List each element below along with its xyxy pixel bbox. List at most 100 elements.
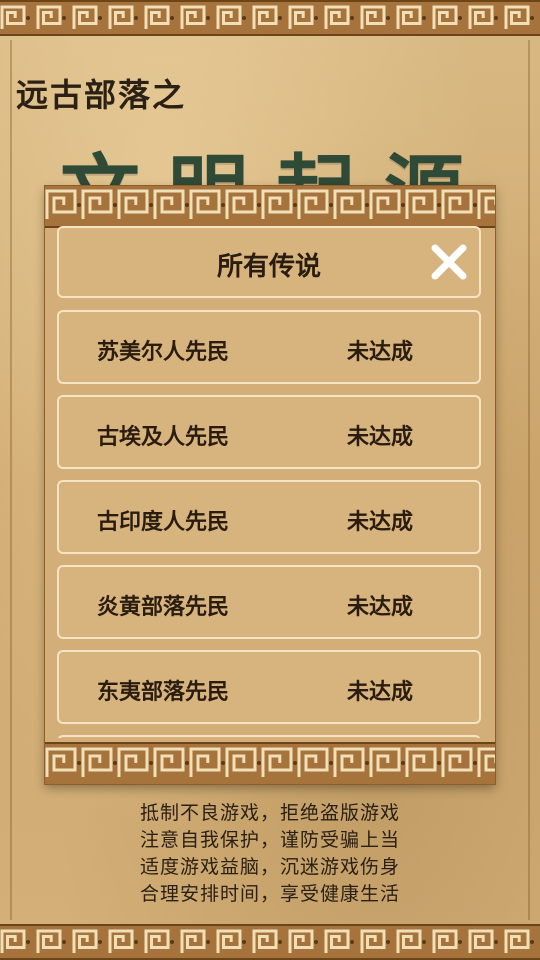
greek-key-motif bbox=[297, 747, 329, 777]
greek-key-motif bbox=[72, 5, 98, 29]
greek-key-motif bbox=[468, 929, 494, 953]
legend-name: 苏美尔人先民 bbox=[97, 340, 230, 365]
notice-line: 适度游戏益脑，沉迷游戏伤身 bbox=[139, 856, 400, 878]
greek-key-dot bbox=[98, 940, 102, 944]
greek-key-motif bbox=[333, 747, 365, 777]
greek-key-motif bbox=[225, 747, 257, 777]
list-item[interactable] bbox=[57, 735, 481, 738]
greek-key-dot bbox=[494, 16, 498, 20]
greek-key-dot bbox=[422, 16, 426, 20]
greek-key-dot bbox=[530, 940, 534, 944]
legend-name: 古印度人先民 bbox=[97, 510, 230, 535]
legend-status: 未达成 bbox=[347, 680, 414, 705]
greek-key-dot bbox=[329, 761, 333, 765]
greek-key-motif bbox=[144, 5, 170, 29]
greek-key-motif bbox=[405, 189, 437, 219]
list-item[interactable]: 苏美尔人先民 未达成 bbox=[57, 310, 481, 384]
greek-key-dot bbox=[386, 940, 390, 944]
greek-key-dot bbox=[314, 940, 318, 944]
right-frame-line bbox=[528, 40, 530, 920]
greek-key-motif bbox=[81, 747, 113, 777]
list-item[interactable]: 古埃及人先民 未达成 bbox=[57, 395, 481, 469]
greek-key-dot bbox=[62, 940, 66, 944]
greek-key-motif bbox=[153, 189, 185, 219]
greek-key-dot bbox=[473, 203, 477, 207]
greek-key-dot bbox=[293, 203, 297, 207]
list-item[interactable]: 炎黄部落先民 未达成 bbox=[57, 565, 481, 639]
greek-key-motif bbox=[117, 747, 149, 777]
notice-line: 合理安排时间，享受健康生活 bbox=[139, 883, 400, 905]
greek-key-dot bbox=[350, 16, 354, 20]
greek-key-dot bbox=[113, 203, 117, 207]
greek-key-dot bbox=[221, 203, 225, 207]
legend-status: 未达成 bbox=[347, 510, 414, 535]
notice-line: 抵制不良游戏，拒绝盗版游戏 bbox=[139, 802, 400, 824]
greek-key-dot bbox=[278, 940, 282, 944]
greek-key-motif bbox=[180, 5, 206, 29]
greek-key-motif bbox=[477, 747, 495, 777]
greek-key-motif bbox=[504, 5, 530, 29]
greek-key-motif bbox=[252, 5, 278, 29]
greek-key-dot bbox=[458, 940, 462, 944]
greek-key-dot bbox=[134, 16, 138, 20]
greek-key-dot bbox=[134, 940, 138, 944]
greek-key-motif bbox=[405, 747, 437, 777]
greek-key-dot bbox=[206, 940, 210, 944]
greek-key-motif bbox=[45, 189, 77, 219]
greek-key-motif bbox=[36, 929, 62, 953]
greek-key-dot bbox=[149, 761, 153, 765]
greek-key-motif bbox=[261, 747, 293, 777]
close-icon[interactable] bbox=[429, 242, 469, 282]
greek-key-dot bbox=[365, 761, 369, 765]
greek-key-motif bbox=[477, 189, 495, 219]
greek-key-dot bbox=[365, 203, 369, 207]
list-item[interactable]: 东夷部落先民 未达成 bbox=[57, 650, 481, 724]
greek-key-motif bbox=[288, 5, 314, 29]
game-subtitle: 远古部落之 bbox=[16, 76, 187, 114]
greek-key-motif bbox=[189, 747, 221, 777]
greek-key-motif bbox=[288, 929, 314, 953]
greek-key-dot bbox=[77, 203, 81, 207]
greek-key-motif bbox=[360, 5, 386, 29]
greek-key-motif bbox=[432, 5, 458, 29]
dialog-header: 所有传说 bbox=[57, 226, 481, 298]
greek-key-dot bbox=[458, 16, 462, 20]
health-gaming-notice: 抵制不良游戏，拒绝盗版游戏 注意自我保护，谨防受骗上当 适度游戏益脑，沉迷游戏伤… bbox=[0, 800, 540, 908]
dialog-title: 所有传说 bbox=[216, 252, 321, 282]
legend-status: 未达成 bbox=[347, 340, 414, 365]
greek-key-motif bbox=[225, 189, 257, 219]
greek-key-motif bbox=[504, 929, 530, 953]
greek-key-dot bbox=[530, 16, 534, 20]
greek-key-motif bbox=[324, 5, 350, 29]
greek-key-motif bbox=[297, 189, 329, 219]
greek-key-dot bbox=[185, 761, 189, 765]
greek-key-motif bbox=[0, 5, 26, 29]
greek-key-dot bbox=[170, 940, 174, 944]
greek-key-motif bbox=[108, 5, 134, 29]
greek-key-dot bbox=[329, 203, 333, 207]
greek-key-motif bbox=[396, 929, 422, 953]
dialog-bottom-border bbox=[45, 742, 495, 784]
legend-name: 古埃及人先民 bbox=[97, 425, 230, 450]
greek-key-motif bbox=[369, 189, 401, 219]
list-item[interactable]: 古印度人先民 未达成 bbox=[57, 480, 481, 554]
greek-key-motif bbox=[153, 747, 185, 777]
greek-key-dot bbox=[293, 761, 297, 765]
greek-key-dot bbox=[422, 940, 426, 944]
greek-key-motif bbox=[468, 5, 494, 29]
legend-name: 东夷部落先民 bbox=[97, 680, 230, 705]
greek-key-motif bbox=[216, 5, 242, 29]
greek-key-dot bbox=[257, 761, 261, 765]
greek-key-motif bbox=[216, 929, 242, 953]
bottom-greek-key-border bbox=[0, 924, 540, 960]
greek-key-dot bbox=[242, 16, 246, 20]
greek-key-dot bbox=[437, 203, 441, 207]
greek-key-motif bbox=[108, 929, 134, 953]
greek-key-motif bbox=[261, 189, 293, 219]
greek-key-motif bbox=[81, 189, 113, 219]
top-greek-key-border bbox=[0, 0, 540, 36]
greek-key-dot bbox=[206, 16, 210, 20]
greek-key-dot bbox=[401, 203, 405, 207]
legends-list[interactable]: 苏美尔人先民 未达成 古埃及人先民 未达成 古印度人先民 未达成 炎黄部落先民 … bbox=[57, 310, 481, 738]
greek-key-motif bbox=[252, 929, 278, 953]
